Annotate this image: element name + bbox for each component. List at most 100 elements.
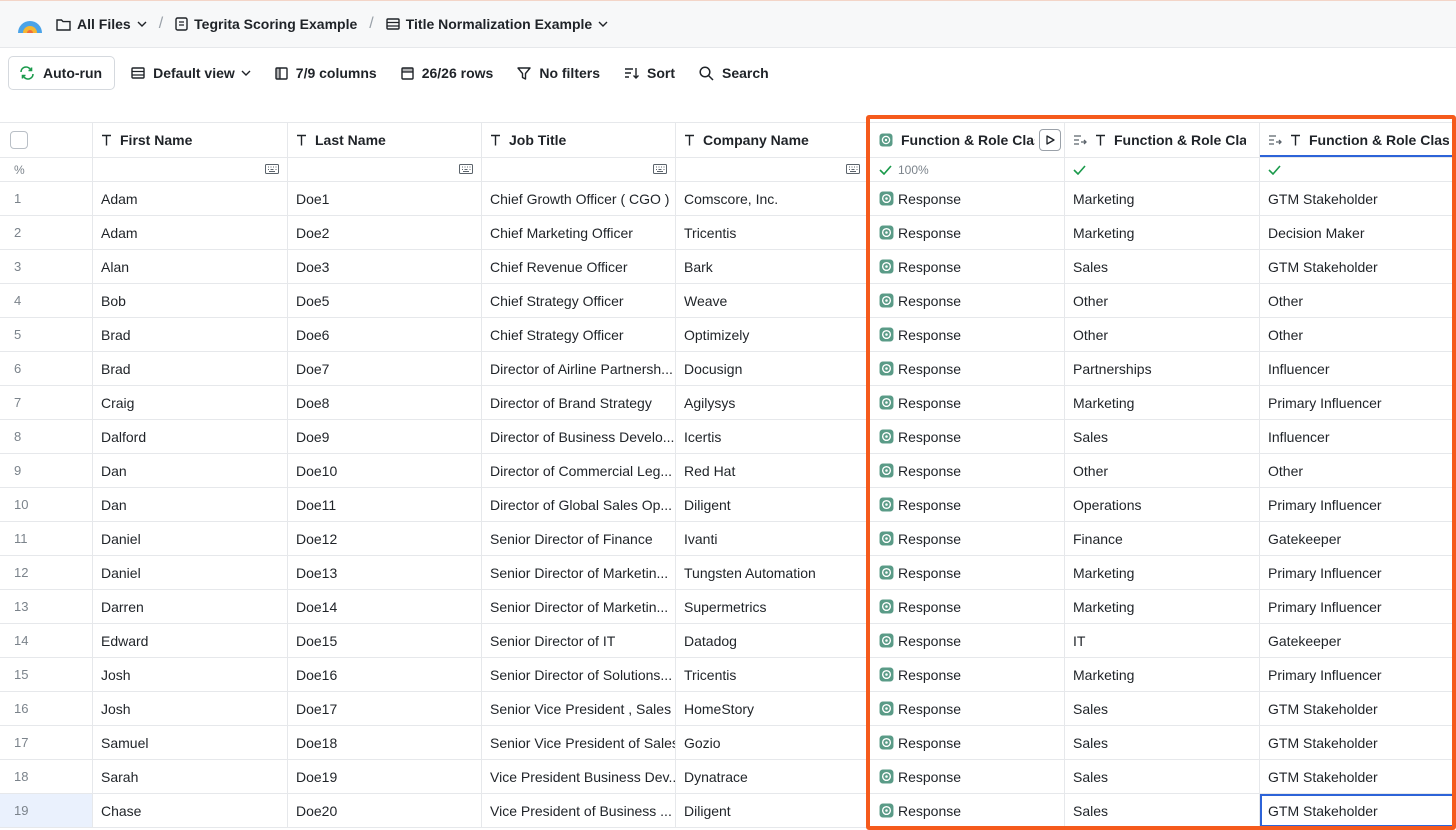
cell-company-name[interactable]: Comscore, Inc. — [676, 182, 869, 215]
table-row[interactable]: 10 Dan Doe11 Director of Global Sales Op… — [0, 488, 1456, 522]
table-row[interactable]: 6 Brad Doe7 Director of Airline Partners… — [0, 352, 1456, 386]
row-number[interactable]: 9 — [0, 454, 93, 487]
cell-function[interactable]: Marketing — [1065, 556, 1260, 589]
row-number[interactable]: 13 — [0, 590, 93, 623]
table-row[interactable]: 5 Brad Doe6 Chief Strategy Officer Optim… — [0, 318, 1456, 352]
cell-ai-response[interactable]: Response — [869, 556, 1065, 589]
cell-role[interactable]: GTM Stakeholder — [1260, 760, 1456, 793]
cell-first-name[interactable]: Brad — [93, 352, 288, 385]
cell-job-title[interactable]: Senior Director of Solutions... — [482, 658, 676, 691]
cell-first-name[interactable]: Adam — [93, 182, 288, 215]
cell-function[interactable]: Partnerships — [1065, 352, 1260, 385]
cell-function[interactable]: Sales — [1065, 794, 1260, 827]
cell-role[interactable]: Primary Influencer — [1260, 590, 1456, 623]
cell-job-title[interactable]: Senior Director of IT — [482, 624, 676, 657]
breadcrumb-all-files[interactable]: All Files — [56, 16, 147, 32]
cell-function[interactable]: Sales — [1065, 250, 1260, 283]
cell-company-name[interactable]: Weave — [676, 284, 869, 317]
cell-company-name[interactable]: Tricentis — [676, 216, 869, 249]
cell-ai-response[interactable]: Response — [869, 454, 1065, 487]
cell-job-title[interactable]: Chief Revenue Officer — [482, 250, 676, 283]
row-number[interactable]: 12 — [0, 556, 93, 589]
cell-company-name[interactable]: Gozio — [676, 726, 869, 759]
table-row[interactable]: 19 Chase Doe20 Vice President of Busines… — [0, 794, 1456, 828]
cell-last-name[interactable]: Doe10 — [288, 454, 482, 487]
table-row[interactable]: 1 Adam Doe1 Chief Growth Officer ( CGO )… — [0, 182, 1456, 216]
table-row[interactable]: 13 Darren Doe14 Senior Director of Marke… — [0, 590, 1456, 624]
cell-function[interactable]: Sales — [1065, 760, 1260, 793]
cell-function[interactable]: Marketing — [1065, 658, 1260, 691]
cell-function[interactable]: Marketing — [1065, 182, 1260, 215]
row-number[interactable]: 3 — [0, 250, 93, 283]
cell-function[interactable]: Marketing — [1065, 386, 1260, 419]
cell-last-name[interactable]: Doe2 — [288, 216, 482, 249]
column-header-company-name[interactable]: Company Name — [676, 123, 869, 157]
cell-ai-response[interactable]: Response — [869, 624, 1065, 657]
cell-last-name[interactable]: Doe14 — [288, 590, 482, 623]
cell-company-name[interactable]: Datadog — [676, 624, 869, 657]
breadcrumb-workbook[interactable]: Tegrita Scoring Example — [175, 16, 357, 32]
breadcrumb-table[interactable]: Title Normalization Example — [386, 16, 608, 32]
cell-function[interactable]: Sales — [1065, 692, 1260, 725]
cell-function[interactable]: Operations — [1065, 488, 1260, 521]
cell-company-name[interactable]: Docusign — [676, 352, 869, 385]
cell-ai-response[interactable]: Response — [869, 386, 1065, 419]
cell-company-name[interactable]: Diligent — [676, 488, 869, 521]
table-row[interactable]: 11 Daniel Doe12 Senior Director of Finan… — [0, 522, 1456, 556]
cell-first-name[interactable]: Bob — [93, 284, 288, 317]
cell-ai-response[interactable]: Response — [869, 522, 1065, 555]
row-number[interactable]: 15 — [0, 658, 93, 691]
cell-function[interactable]: Other — [1065, 284, 1260, 317]
column-header-last-name[interactable]: Last Name — [288, 123, 482, 157]
cell-last-name[interactable]: Doe11 — [288, 488, 482, 521]
cell-role[interactable]: Influencer — [1260, 420, 1456, 453]
cell-first-name[interactable]: Darren — [93, 590, 288, 623]
cell-role[interactable]: Decision Maker — [1260, 216, 1456, 249]
keyboard-icon[interactable] — [846, 164, 860, 174]
cell-ai-response[interactable]: Response — [869, 318, 1065, 351]
row-number[interactable]: 8 — [0, 420, 93, 453]
cell-last-name[interactable]: Doe8 — [288, 386, 482, 419]
row-number[interactable]: 4 — [0, 284, 93, 317]
cell-ai-response[interactable]: Response — [869, 182, 1065, 215]
column-header-function-role-extract-2[interactable]: Function & Role Classification — [1260, 123, 1456, 157]
run-column-button[interactable] — [1039, 129, 1061, 151]
cell-role[interactable]: GTM Stakeholder — [1260, 182, 1456, 215]
cell-ai-response[interactable]: Response — [869, 794, 1065, 827]
cell-last-name[interactable]: Doe17 — [288, 692, 482, 725]
select-all-checkbox[interactable] — [10, 131, 28, 149]
cell-first-name[interactable]: Daniel — [93, 556, 288, 589]
cell-first-name[interactable]: Josh — [93, 658, 288, 691]
columns-button[interactable]: 7/9 columns — [265, 56, 387, 90]
cell-last-name[interactable]: Doe15 — [288, 624, 482, 657]
cell-first-name[interactable]: Chase — [93, 794, 288, 827]
row-number[interactable]: 2 — [0, 216, 93, 249]
cell-job-title[interactable]: Director of Brand Strategy — [482, 386, 676, 419]
cell-first-name[interactable]: Dan — [93, 454, 288, 487]
cell-job-title[interactable]: Director of Global Sales Op... — [482, 488, 676, 521]
cell-last-name[interactable]: Doe7 — [288, 352, 482, 385]
cell-first-name[interactable]: Josh — [93, 692, 288, 725]
cell-ai-response[interactable]: Response — [869, 658, 1065, 691]
cell-job-title[interactable]: Senior Director of Marketin... — [482, 590, 676, 623]
cell-first-name[interactable]: Samuel — [93, 726, 288, 759]
rows-button[interactable]: 26/26 rows — [391, 56, 504, 90]
cell-last-name[interactable]: Doe16 — [288, 658, 482, 691]
cell-job-title[interactable]: Director of Business Develo... — [482, 420, 676, 453]
cell-first-name[interactable]: Sarah — [93, 760, 288, 793]
table-row[interactable]: 7 Craig Doe8 Director of Brand Strategy … — [0, 386, 1456, 420]
cell-function[interactable]: Other — [1065, 454, 1260, 487]
cell-ai-response[interactable]: Response — [869, 726, 1065, 759]
cell-role[interactable]: Gatekeeper — [1260, 522, 1456, 555]
keyboard-icon[interactable] — [459, 164, 473, 174]
table-row[interactable]: 3 Alan Doe3 Chief Revenue Officer Bark R… — [0, 250, 1456, 284]
cell-role[interactable]: Primary Influencer — [1260, 488, 1456, 521]
column-header-function-role-extract-1[interactable]: Function & Role Classification — [1065, 123, 1260, 157]
app-logo-icon[interactable] — [16, 13, 44, 35]
cell-first-name[interactable]: Alan — [93, 250, 288, 283]
table-row[interactable]: 12 Daniel Doe13 Senior Director of Marke… — [0, 556, 1456, 590]
cell-function[interactable]: Marketing — [1065, 216, 1260, 249]
column-header-first-name[interactable]: First Name — [93, 123, 288, 157]
cell-ai-response[interactable]: Response — [869, 692, 1065, 725]
table-row[interactable]: 15 Josh Doe16 Senior Director of Solutio… — [0, 658, 1456, 692]
